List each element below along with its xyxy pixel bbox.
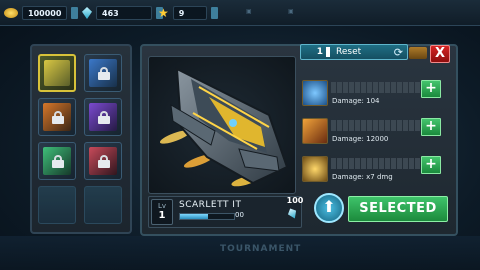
weapon-upgrade-button[interactable]: + (421, 80, 441, 98)
weapon-level-bar (331, 82, 420, 93)
weapon-level-bar (331, 158, 420, 169)
ship-grid (38, 54, 122, 224)
hangar-slot-5[interactable] (38, 142, 76, 180)
resource-bar: 100000 463 ★ 9 ▣ ▣ (0, 0, 480, 26)
weapon-upgrade-button[interactable]: + (421, 156, 441, 174)
lock-icon (52, 155, 64, 168)
arrow-up-icon: ⬆ (322, 197, 336, 216)
bolt-orb-icon (302, 80, 328, 106)
weapon-damage-label: Damage: x7 dmg (332, 173, 393, 181)
upgrade-arrow-button[interactable]: ⬆ (314, 193, 344, 223)
reset-divider (326, 47, 330, 57)
forge-icon[interactable] (409, 47, 427, 59)
ship-preview (148, 56, 296, 194)
hangar-slot-2[interactable] (84, 54, 122, 92)
add-coins-button[interactable] (71, 7, 79, 19)
ship-name: SCARLETT IT (179, 200, 242, 210)
xp-bar (179, 213, 235, 220)
hangar-slot-1[interactable] (38, 54, 76, 92)
weapon-row-1: Damage: 104 + (302, 80, 448, 110)
level-label: Lv (157, 202, 167, 210)
selected-button[interactable]: SELECTED (348, 196, 448, 222)
lock-icon (98, 111, 110, 124)
hangar-slot-7[interactable] (38, 186, 76, 224)
hangar-slot-4[interactable] (84, 98, 122, 136)
xp-bar-fill (180, 214, 209, 219)
top-menu-mission[interactable]: ▣ (288, 8, 294, 15)
xp-value: 00 (235, 211, 244, 219)
coins-counter: 100000 (4, 5, 79, 21)
weapon-row-2: Damage: 12000 + (302, 118, 448, 148)
reset-button[interactable]: 1 Reset ⟳ (300, 44, 408, 60)
hangar-slot-3[interactable] (38, 98, 76, 136)
star-icon: ★ (158, 6, 169, 20)
weapon-damage-label: Damage: 12000 (332, 135, 389, 143)
level-value: 1 (158, 210, 166, 221)
lock-icon (98, 67, 110, 80)
stars-counter: ★ 9 (158, 5, 218, 21)
gems-counter: 463 (82, 5, 163, 21)
gems-value: 463 (96, 6, 152, 20)
reset-count: 1 (316, 47, 323, 57)
spaceship-illustration (159, 67, 289, 187)
hangar-slot-8[interactable] (84, 186, 122, 224)
lock-icon (52, 111, 64, 124)
add-stars-button[interactable] (210, 7, 218, 19)
weapon-row-3: Damage: x7 dmg + (302, 156, 448, 186)
weapon-damage-label: Damage: 104 (332, 97, 380, 105)
refresh-icon: ⟳ (393, 45, 403, 59)
hangar-slot-6[interactable] (84, 142, 122, 180)
gem-icon (82, 7, 92, 19)
lock-icon (98, 155, 110, 168)
ship-info-bar: Lv 1 SCARLETT IT 00 (148, 196, 302, 228)
ship-yellow-thumbnail (44, 60, 70, 86)
reset-label: Reset (336, 47, 362, 57)
top-menu-shop[interactable]: ▣ (246, 8, 252, 15)
level-badge: Lv 1 (151, 199, 173, 225)
weapon-upgrade-button[interactable]: + (421, 118, 441, 136)
coins-value: 100000 (22, 6, 68, 20)
stars-value: 9 (172, 6, 207, 20)
weapon-level-bar (331, 120, 420, 131)
upgrade-cost: 100 (286, 196, 304, 205)
close-button[interactable]: X (430, 45, 450, 63)
missile-icon (302, 118, 328, 144)
hangar-panel (30, 44, 132, 234)
gear-drone-icon (302, 156, 328, 182)
coin-icon (4, 8, 18, 18)
background-tournament-label: TOURNAMENT (220, 244, 302, 254)
